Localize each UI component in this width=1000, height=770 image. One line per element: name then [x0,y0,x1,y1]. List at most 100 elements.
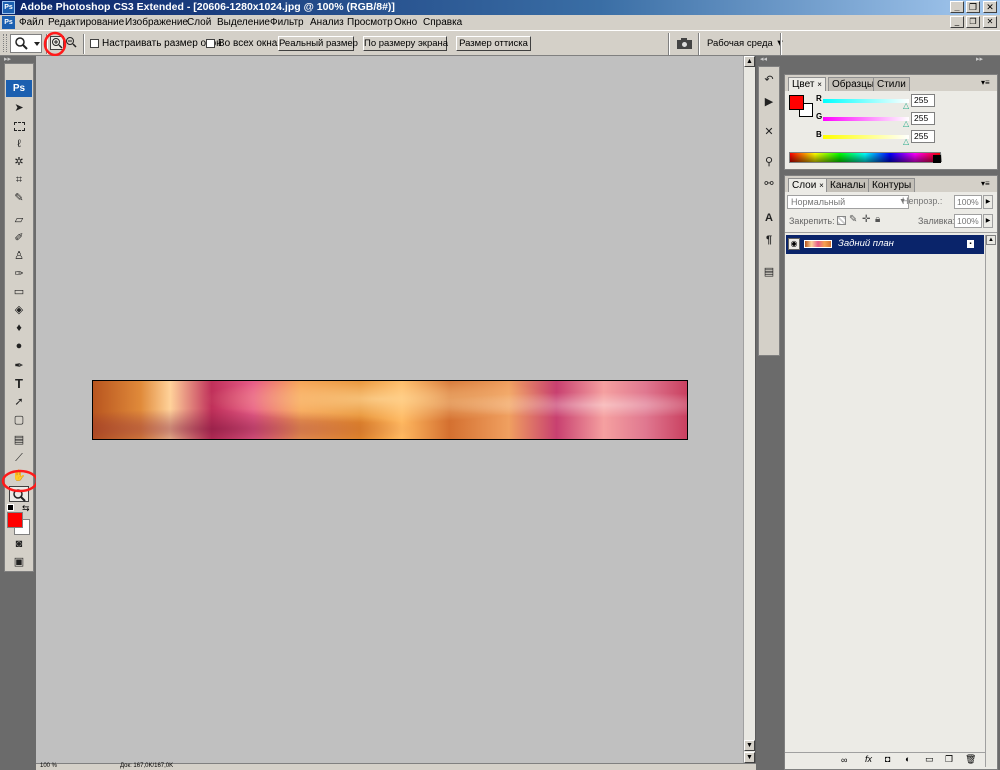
menu-select[interactable]: Выделение [217,15,270,30]
slider-thumb-icon[interactable]: △ [903,101,909,110]
menu-window[interactable]: Окно [394,15,417,30]
history-panel-icon[interactable]: ↶ [760,71,778,89]
link-layers-icon[interactable]: ∞ [841,755,847,765]
restore-button[interactable]: ❐ [966,1,980,13]
notes-tool-icon[interactable]: ▤ [9,432,29,448]
stamp-tool-icon[interactable]: ♙ [9,248,29,264]
default-colors-icon[interactable] [7,504,14,511]
adjustment-layer-icon[interactable]: ◐ [905,754,910,764]
move-tool-icon[interactable]: ➤ [9,100,29,116]
shape-tool-icon[interactable]: ▢ [9,412,29,428]
all-windows-checkbox[interactable] [206,39,215,48]
document-icon[interactable]: Ps [2,16,15,29]
tab-paths[interactable]: Контуры [868,178,916,192]
blend-mode-select[interactable]: Нормальный ▼ [787,195,909,209]
lock-all-icon[interactable]: 🔒︎ [875,214,880,225]
layer-comps-icon[interactable]: ▤ [760,263,778,281]
layer-mask-icon[interactable]: ◘ [885,754,890,764]
layer-row[interactable]: ◉ Задний план ▪ [786,235,984,254]
screen-mode-icon[interactable]: ▣ [9,554,29,570]
character-panel-icon[interactable]: A [760,209,778,227]
tab-channels[interactable]: Каналы [826,178,870,192]
eraser-tool-icon[interactable]: ▭ [9,284,29,300]
collapse-dock-icon[interactable]: ◂◂ [760,56,767,63]
scroll-up-button[interactable]: ▲ [744,56,755,67]
tab-layers[interactable]: Слои × [788,178,828,192]
print-size-button[interactable]: Размер оттиска [456,36,531,51]
menu-layer[interactable]: Слой [187,15,211,30]
dodge-tool-icon[interactable]: ● [9,338,29,354]
swap-colors-icon[interactable]: ⇆ [22,503,30,514]
eyedropper-tool-icon[interactable]: ⟋ [9,450,29,466]
color-ramp[interactable] [789,152,942,163]
vertical-scrollbar[interactable]: ▲ ▼ ▼ [743,56,755,763]
minimize-button[interactable]: _ [950,1,964,13]
magic-wand-tool-icon[interactable]: ✲ [9,154,29,170]
lock-pixels-icon[interactable]: ✎ [849,214,857,225]
actions-panel-icon[interactable]: ▶ [760,93,778,111]
channel-g-slider[interactable] [823,117,909,121]
menu-analysis[interactable]: Анализ [310,15,344,30]
ps-logo[interactable]: Ps [6,80,32,97]
tool-presets-icon[interactable]: ✕ [760,123,778,141]
menu-view[interactable]: Просмотр [347,15,393,30]
new-group-icon[interactable]: ▭ [925,754,934,765]
panel-menu-icon[interactable]: ▾≡ [981,78,990,87]
close-button[interactable]: ✕ [983,1,997,13]
lock-transparency-icon[interactable] [837,216,846,225]
opacity-slider-button[interactable]: ▶ [983,195,993,209]
workspace-menu[interactable]: Рабочая среда ▼ [707,38,785,49]
menu-image[interactable]: Изображение [125,15,188,30]
scroll-down-button[interactable]: ▼ [744,740,755,751]
new-layer-icon[interactable]: ❐ [945,754,953,765]
history-brush-tool-icon[interactable]: ✑ [9,266,29,282]
fill-input[interactable]: 100% [954,214,982,228]
menu-help[interactable]: Справка [423,15,462,30]
crop-tool-icon[interactable]: ⌗ [9,172,29,188]
doc-restore-button[interactable]: ❐ [966,16,980,28]
menu-filter[interactable]: Фильтр [270,15,304,30]
bridge-button[interactable] [676,37,694,50]
doc-minimize-button[interactable]: _ [950,16,964,28]
menu-file[interactable]: Файл [19,15,44,30]
collapse-panels-icon[interactable]: ▸▸ [976,56,983,63]
channel-g-input[interactable]: 255 [911,112,935,125]
paragraph-panel-icon[interactable]: ¶ [760,231,778,249]
tab-color[interactable]: Цвет × [788,77,826,91]
channel-b-input[interactable]: 255 [911,130,935,143]
slice-tool-icon[interactable]: ✎ [9,190,29,206]
resize-windows-checkbox[interactable] [90,39,99,48]
doc-close-button[interactable]: ✕ [983,16,997,28]
tool-preset-picker[interactable] [10,34,42,53]
collapse-toolbox-icon[interactable]: ▸▸ [4,56,32,63]
fit-screen-button[interactable]: По размеру экрана [363,36,448,51]
options-grip[interactable] [3,34,7,52]
delete-layer-icon[interactable]: 🗑︎ [965,754,976,765]
paint-bucket-tool-icon[interactable]: ◈ [9,302,29,318]
document-image[interactable] [92,380,688,440]
blur-tool-icon[interactable]: ♦ [9,320,29,336]
channel-r-slider[interactable] [823,99,909,103]
black-swatch[interactable] [933,155,941,163]
scroll-up-button[interactable]: ▲ [986,235,996,245]
marquee-tool-icon[interactable] [9,118,29,134]
brushes-panel-icon[interactable]: ⚲ [760,153,778,171]
brush-tool-icon[interactable]: ✐ [9,230,29,246]
type-tool-icon[interactable]: T [9,376,29,392]
zoom-level[interactable]: 100 % [40,763,57,769]
tab-styles[interactable]: Стили [873,77,910,91]
menu-edit[interactable]: Редактирование [48,15,124,30]
slider-thumb-icon[interactable]: △ [903,137,909,146]
foreground-color-swatch[interactable] [7,512,23,528]
healing-brush-tool-icon[interactable]: ▱ [9,212,29,228]
visibility-eye-icon[interactable]: ◉ [788,238,800,250]
panel-menu-icon[interactable]: ▾≡ [981,179,990,188]
slider-thumb-icon[interactable]: △ [903,119,909,128]
fill-slider-button[interactable]: ▶ [983,214,993,228]
layer-name[interactable]: Задний план [838,238,894,249]
channel-r-input[interactable]: 255 [911,94,935,107]
channel-b-slider[interactable] [823,135,909,139]
quick-mask-icon[interactable]: ◙ [9,536,29,552]
lasso-tool-icon[interactable]: ℓ [9,136,29,152]
pen-tool-icon[interactable]: ✒ [9,358,29,374]
